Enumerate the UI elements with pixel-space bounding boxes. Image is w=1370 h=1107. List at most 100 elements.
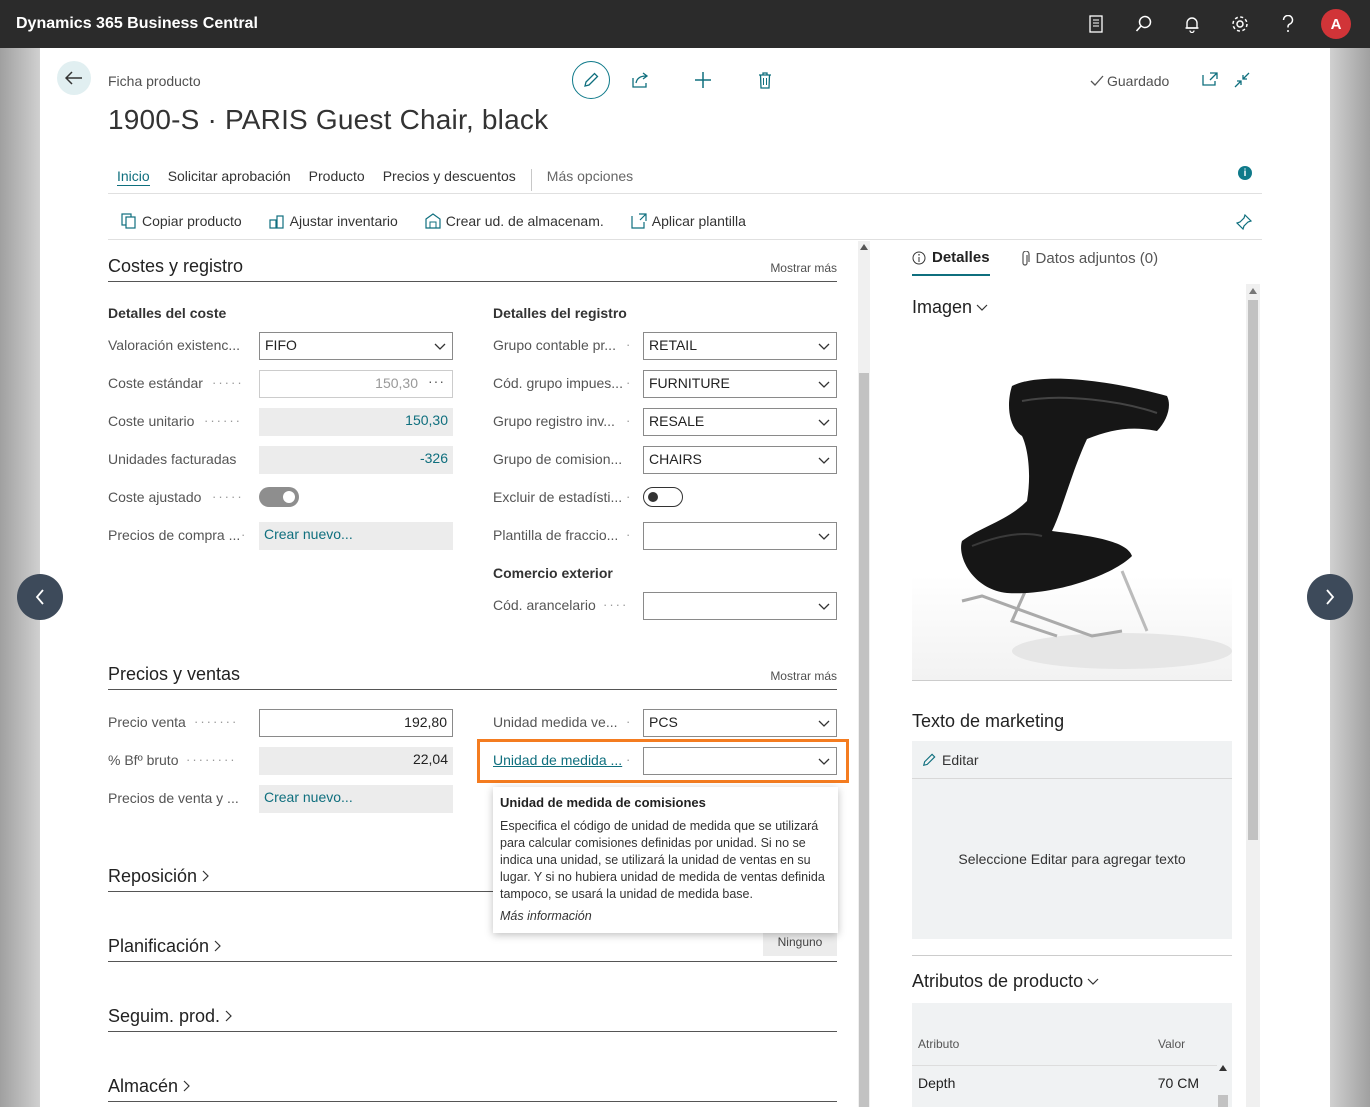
tab-detalles-label: Detalles: [932, 249, 990, 266]
unidad-venta-select[interactable]: PCS: [643, 709, 837, 737]
copy-product-button[interactable]: Copiar producto: [121, 213, 242, 229]
user-menu[interactable]: A: [1312, 0, 1360, 48]
breadcrumb: Ficha producto: [108, 73, 201, 89]
marketing-edit-button[interactable]: Editar: [942, 752, 979, 768]
create-sku-button[interactable]: Crear ud. de almacenam.: [425, 213, 604, 229]
tab-datos-adjuntos[interactable]: Datos adjuntos (0): [1020, 249, 1159, 276]
leader-dots: ·: [626, 413, 633, 428]
leader-dots: ····: [603, 597, 629, 612]
coste-ajustado-toggle[interactable]: [259, 487, 299, 507]
section-costes-header[interactable]: Costes y registro Mostrar más: [108, 248, 837, 282]
tab-detalles[interactable]: Detalles: [912, 249, 990, 276]
atributos-title: Atributos de producto: [912, 971, 1084, 991]
tab-mas-opciones[interactable]: Más opciones: [547, 166, 633, 194]
tooltip-more-info-link[interactable]: Más información: [500, 909, 831, 923]
page-actions: [572, 61, 796, 99]
divider: [912, 955, 1232, 956]
grupo-impuesto-select[interactable]: FURNITURE: [643, 370, 837, 398]
tab-datos-adjuntos-label: Datos adjuntos (0): [1035, 250, 1159, 267]
grupo-comision-select[interactable]: CHAIRS: [643, 446, 837, 474]
label-precios-compra: Precios de compra ...: [108, 527, 241, 543]
tooltip-body: Especifica el código de unidad de medida…: [500, 819, 825, 901]
grupo-contable-select[interactable]: RETAIL: [643, 332, 837, 360]
document-icon[interactable]: [1072, 0, 1120, 48]
table-row[interactable]: Depth 70 CM: [912, 1065, 1217, 1099]
new-button[interactable]: [672, 61, 734, 99]
section-planificacion[interactable]: Planificación Ninguno: [108, 928, 837, 962]
search-icon[interactable]: [1120, 0, 1168, 48]
back-button[interactable]: [57, 61, 91, 95]
unidad-venta-value: PCS: [649, 714, 678, 730]
info-icon[interactable]: i: [1238, 166, 1252, 180]
precios-venta-link[interactable]: Crear nuevo...: [259, 785, 453, 813]
factbox-scrollbar-thumb[interactable]: [1248, 300, 1258, 840]
section-precios-title: Precios y ventas: [108, 664, 241, 684]
adjust-inventory-button[interactable]: Ajustar inventario: [269, 213, 398, 229]
app-title[interactable]: Dynamics 365 Business Central: [16, 15, 258, 33]
collapse-icon[interactable]: [1234, 72, 1250, 88]
marketing-text-area: Seleccione Editar para agregar texto: [912, 779, 1232, 939]
subhead-comercio-exterior: Comercio exterior: [493, 565, 613, 581]
section-seguimiento[interactable]: Seguim. prod.: [108, 998, 837, 1032]
tab-solicitar-aprobacion[interactable]: Solicitar aprobación: [168, 166, 291, 194]
content-scrollbar[interactable]: [858, 241, 870, 1107]
leader-dots: ·······: [194, 714, 239, 729]
leader-dots: ·: [626, 527, 633, 542]
product-image[interactable]: [912, 331, 1232, 681]
plantilla-select[interactable]: [643, 522, 837, 550]
valoracion-value: FIFO: [265, 337, 297, 353]
previous-record-button[interactable]: [17, 574, 63, 620]
coste-estandar-value: 150,30: [375, 375, 418, 391]
tab-producto[interactable]: Producto: [309, 166, 365, 194]
paperclip-icon: [1021, 250, 1030, 266]
grupo-registro-select[interactable]: RESALE: [643, 408, 837, 436]
leader-dots: ········: [186, 752, 237, 767]
label-grupo-contable: Grupo contable pr...: [493, 337, 616, 353]
gear-icon[interactable]: [1216, 0, 1264, 48]
chevron-down-icon: [818, 343, 830, 350]
section-precios-header[interactable]: Precios y ventas Mostrar más: [108, 656, 837, 690]
row-coste-unitario: Coste unitario ······ 150,30: [108, 408, 453, 436]
next-record-button[interactable]: [1307, 574, 1353, 620]
tab-inicio[interactable]: Inicio: [117, 166, 150, 194]
fasttabs-area: Costes y registro Mostrar más Detalles d…: [108, 248, 838, 1107]
scrollbar-thumb[interactable]: [859, 373, 869, 1107]
open-new-window-icon[interactable]: [1202, 72, 1218, 86]
section-seguimiento-label: Seguim. prod.: [108, 1006, 221, 1026]
edit-button[interactable]: [572, 61, 610, 99]
bf-bruto-field[interactable]: 22,04: [259, 747, 453, 775]
arancelario-select[interactable]: [643, 592, 837, 620]
valoracion-select[interactable]: FIFO: [259, 332, 453, 360]
label-valoracion: Valoración existenc...: [108, 337, 241, 353]
attr-scrollbar-thumb[interactable]: [1218, 1095, 1228, 1107]
coste-estandar-field[interactable]: 150,30 ···: [259, 370, 453, 398]
trash-icon: [759, 71, 771, 89]
ellipsis-icon[interactable]: ···: [428, 373, 445, 389]
show-more-costes[interactable]: Mostrar más: [770, 261, 837, 275]
excluir-toggle[interactable]: [643, 487, 683, 507]
share-button[interactable]: [610, 61, 672, 99]
template-icon: [631, 212, 647, 229]
avatar[interactable]: A: [1321, 9, 1351, 39]
imagen-header[interactable]: Imagen: [912, 297, 988, 318]
delete-button[interactable]: [734, 61, 796, 99]
unidades-facturadas-field[interactable]: -326: [259, 446, 453, 474]
help-icon[interactable]: [1264, 0, 1312, 48]
precios-compra-link[interactable]: Crear nuevo...: [259, 522, 453, 550]
apply-template-button[interactable]: Aplicar plantilla: [631, 213, 746, 229]
bell-icon[interactable]: [1168, 0, 1216, 48]
marketing-header: Texto de marketing: [912, 711, 1064, 732]
pin-icon[interactable]: [1236, 214, 1252, 230]
coste-unitario-field[interactable]: 150,30: [259, 408, 453, 436]
section-almacen[interactable]: Almacén: [108, 1068, 837, 1102]
scroll-up-arrow-icon: [860, 244, 868, 250]
show-more-precios[interactable]: Mostrar más: [770, 669, 837, 683]
pencil-icon: [922, 753, 936, 766]
chevron-right-icon: [202, 870, 209, 882]
factbox-scrollbar[interactable]: [1246, 284, 1260, 1107]
chevron-down-icon: [1087, 978, 1099, 985]
precio-venta-input[interactable]: 192,80: [259, 709, 453, 737]
tab-precios-descuentos[interactable]: Precios y descuentos: [383, 166, 516, 194]
row-excluir: Excluir de estadísti... ·: [493, 484, 838, 512]
atributos-header[interactable]: Atributos de producto: [912, 971, 1099, 992]
